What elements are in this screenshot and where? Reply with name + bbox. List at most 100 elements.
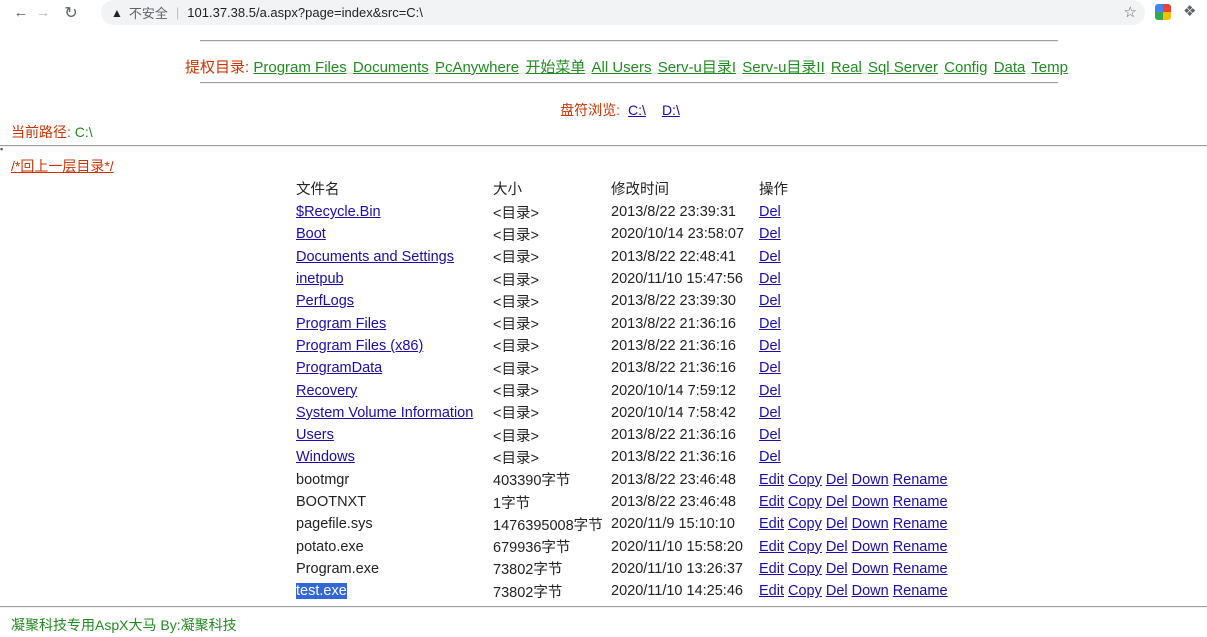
edit-action-link[interactable]: Edit <box>759 561 784 577</box>
folder-link[interactable]: Users <box>296 427 334 443</box>
folder-link[interactable]: ProgramData <box>296 360 382 376</box>
table-row: Program Files <目录> 2013/8/22 21:36:16 Del <box>294 312 954 334</box>
del-action-link[interactable]: Del <box>826 494 848 510</box>
del-action-link[interactable]: Del <box>759 360 781 376</box>
file-size: <目录> <box>493 384 539 401</box>
folder-link[interactable]: Program Files (x86) <box>296 338 423 354</box>
divider-top <box>200 40 1058 42</box>
privilege-link[interactable]: All Users <box>592 59 652 76</box>
del-action-link[interactable]: Del <box>759 338 781 354</box>
drive-link[interactable]: D:\ <box>662 102 680 118</box>
rename-action-link[interactable]: Rename <box>893 516 948 532</box>
down-action-link[interactable]: Down <box>852 516 889 532</box>
del-action-link[interactable]: Del <box>759 427 781 443</box>
privilege-link[interactable]: Data <box>994 59 1026 76</box>
puzzle-icon[interactable]: ❖ <box>1183 2 1199 20</box>
folder-link[interactable]: Windows <box>296 449 355 465</box>
del-action-link[interactable]: Del <box>759 405 781 421</box>
file-modified-time: 2013/8/22 23:39:30 <box>611 293 736 310</box>
forward-icon[interactable]: → <box>32 4 54 21</box>
del-action-link[interactable]: Del <box>759 316 781 332</box>
file-name: test.exe <box>296 583 347 600</box>
url-text[interactable]: 101.37.38.5/a.aspx?page=index&src=C:\ <box>187 5 423 20</box>
drive-link[interactable]: C:\ <box>628 102 646 118</box>
address-separator: | <box>175 5 180 20</box>
del-action-link[interactable]: Del <box>826 583 848 599</box>
down-action-link[interactable]: Down <box>852 472 889 488</box>
folder-link[interactable]: $Recycle.Bin <box>296 204 381 220</box>
del-action-link[interactable]: Del <box>759 204 781 220</box>
del-action-link[interactable]: Del <box>759 226 781 242</box>
privilege-link[interactable]: Real <box>831 59 862 76</box>
copy-action-link[interactable]: Copy <box>788 583 822 599</box>
table-row: Documents and Settings <目录> 2013/8/22 22:4… <box>294 246 954 268</box>
file-name-cell: potato.exe <box>294 535 491 557</box>
file-modified-time: 2013/8/22 21:36:16 <box>611 449 736 466</box>
insecure-label[interactable]: 不安全 <box>129 3 168 22</box>
rename-action-link[interactable]: Rename <box>893 472 948 488</box>
del-action-link[interactable]: Del <box>826 472 848 488</box>
drives-row: 盘符浏览: C:\ D:\ <box>0 100 1207 120</box>
file-modified-time: 2020/10/14 23:58:07 <box>611 226 745 243</box>
down-action-link[interactable]: Down <box>852 494 889 510</box>
edit-action-link[interactable]: Edit <box>759 583 784 599</box>
privilege-link[interactable]: 开始菜单 <box>525 59 585 76</box>
file-name-cell: $Recycle.Bin <box>294 201 491 223</box>
rename-action-link[interactable]: Rename <box>893 561 948 577</box>
del-action-link[interactable]: Del <box>759 383 781 399</box>
privilege-link[interactable]: Config <box>944 59 987 76</box>
folder-link[interactable]: Documents and Settings <box>296 249 454 265</box>
del-action-link[interactable]: Del <box>826 516 848 532</box>
privilege-link[interactable]: Program Files <box>253 59 346 76</box>
rename-action-link[interactable]: Rename <box>893 494 948 510</box>
file-name-cell: System Volume Information <box>294 402 491 424</box>
folder-link[interactable]: System Volume Information <box>296 405 473 421</box>
file-name-cell: Documents and Settings <box>294 246 491 268</box>
reload-icon[interactable]: ↻ <box>60 3 82 23</box>
star-icon[interactable]: ☆ <box>1124 3 1137 21</box>
file-actions: Del <box>757 290 954 312</box>
down-action-link[interactable]: Down <box>852 539 889 555</box>
folder-link[interactable]: Boot <box>296 226 326 242</box>
privilege-link[interactable]: Serv-u目录I <box>658 59 736 76</box>
file-size: <目录> <box>493 406 539 423</box>
copy-action-link[interactable]: Copy <box>788 561 822 577</box>
back-icon[interactable]: ← <box>10 4 32 21</box>
folder-link[interactable]: Recovery <box>296 383 357 399</box>
extension-icon[interactable] <box>1155 4 1171 20</box>
copy-action-link[interactable]: Copy <box>788 539 822 555</box>
file-actions: Del <box>757 268 954 290</box>
folder-link[interactable]: Program Files <box>296 316 386 332</box>
copy-action-link[interactable]: Copy <box>788 516 822 532</box>
privilege-link[interactable]: Temp <box>1031 59 1068 76</box>
del-action-link[interactable]: Del <box>759 449 781 465</box>
folder-link[interactable]: PerfLogs <box>296 293 354 309</box>
del-action-link[interactable]: Del <box>826 539 848 555</box>
edit-action-link[interactable]: Edit <box>759 539 784 555</box>
copy-action-link[interactable]: Copy <box>788 494 822 510</box>
edit-action-link[interactable]: Edit <box>759 472 784 488</box>
del-action-link[interactable]: Del <box>759 293 781 309</box>
del-action-link[interactable]: Del <box>759 249 781 265</box>
edit-action-link[interactable]: Edit <box>759 494 784 510</box>
file-size: <目录> <box>493 294 539 311</box>
down-action-link[interactable]: Down <box>852 583 889 599</box>
privilege-link[interactable]: Sql Server <box>868 59 938 76</box>
privilege-link[interactable]: Serv-u目录II <box>742 59 825 76</box>
table-row: Recovery <目录> 2020/10/14 7:59:12 Del <box>294 379 954 401</box>
rename-action-link[interactable]: Rename <box>893 583 948 599</box>
del-action-link[interactable]: Del <box>826 561 848 577</box>
copy-action-link[interactable]: Copy <box>788 472 822 488</box>
up-directory-link[interactable]: /*回上一层目录*/ <box>11 158 114 174</box>
del-action-link[interactable]: Del <box>759 271 781 287</box>
edit-action-link[interactable]: Edit <box>759 516 784 532</box>
down-action-link[interactable]: Down <box>852 561 889 577</box>
file-name-cell: Recovery <box>294 379 491 401</box>
rename-action-link[interactable]: Rename <box>893 539 948 555</box>
privilege-link[interactable]: PcAnywhere <box>435 59 519 76</box>
folder-link[interactable]: inetpub <box>296 271 344 287</box>
address-bar[interactable]: ▲ 不安全 | 101.37.38.5/a.aspx?page=index&sr… <box>101 0 1145 25</box>
warning-icon[interactable]: ▲ <box>111 6 123 20</box>
file-table: 文件名 大小 修改时间 操作 $Recycle.Bin <目录> 2013/8/22… <box>294 176 954 602</box>
privilege-link[interactable]: Documents <box>353 59 429 76</box>
